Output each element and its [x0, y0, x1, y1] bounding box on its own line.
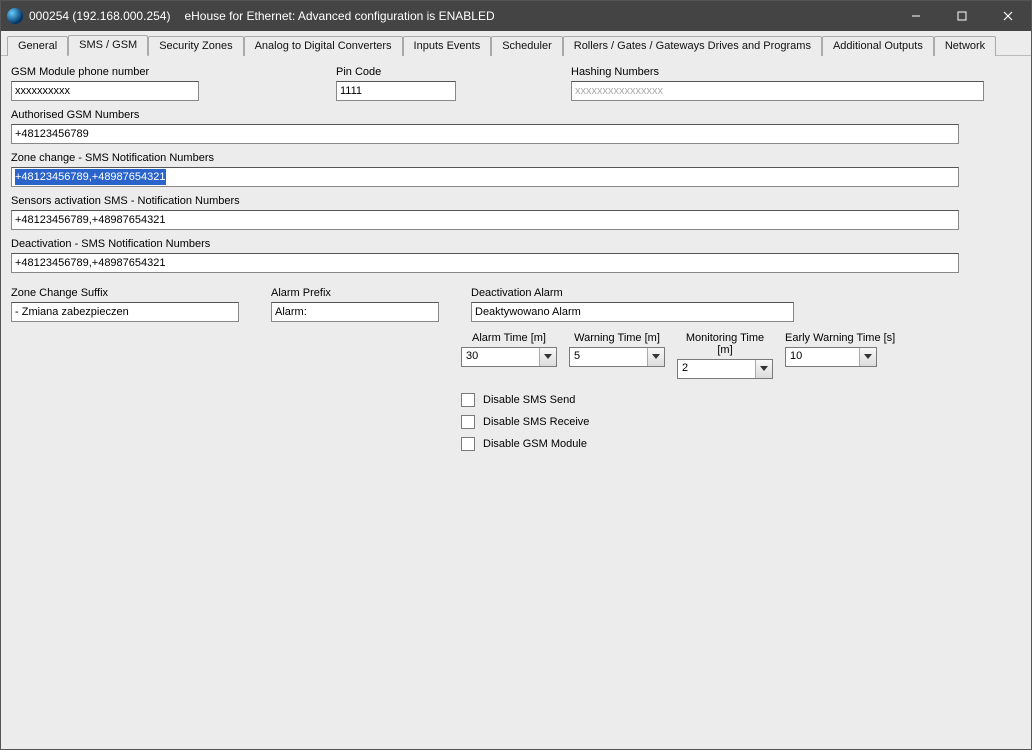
disable-sms-receive-label: Disable SMS Receive — [483, 416, 589, 428]
tab-sms-gsm[interactable]: SMS / GSM — [68, 35, 148, 56]
deactivation-alarm-input[interactable]: Deaktywowano Alarm — [471, 302, 794, 322]
app-window: 000254 (192.168.000.254) eHouse for Ethe… — [0, 0, 1032, 750]
early-warning-time-label: Early Warning Time [s] — [785, 332, 885, 344]
gsm-phone-label: GSM Module phone number — [11, 66, 211, 78]
tab-adc[interactable]: Analog to Digital Converters — [244, 36, 403, 56]
monitoring-time-dropdown[interactable]: 2 — [677, 359, 773, 379]
pin-code-input[interactable]: 1111 — [336, 81, 456, 101]
client-area: GSM Module phone number xxxxxxxxxx Pin C… — [1, 56, 1031, 749]
title-bar: 000254 (192.168.000.254) eHouse for Ethe… — [1, 1, 1031, 31]
disable-sms-send-checkbox[interactable] — [461, 393, 475, 407]
hashing-input[interactable]: xxxxxxxxxxxxxxxx — [571, 81, 984, 101]
warning-time-dropdown[interactable]: 5 — [569, 347, 665, 367]
disable-sms-send-row: Disable SMS Send — [461, 393, 1021, 407]
disable-sms-receive-checkbox[interactable] — [461, 415, 475, 429]
tab-additional-outputs[interactable]: Additional Outputs — [822, 36, 934, 56]
alarm-prefix-label: Alarm Prefix — [271, 287, 451, 299]
alarm-prefix-input[interactable]: Alarm: — [271, 302, 439, 322]
tab-general[interactable]: General — [7, 36, 68, 56]
window-title-b: eHouse for Ethernet: Advanced configurat… — [184, 9, 494, 23]
window-title-a: 000254 (192.168.000.254) — [29, 9, 170, 23]
close-button[interactable] — [985, 1, 1031, 31]
maximize-button[interactable] — [939, 1, 985, 31]
deactivation-input[interactable]: +48123456789,+48987654321 — [11, 253, 959, 273]
disable-gsm-module-checkbox[interactable] — [461, 437, 475, 451]
early-warning-time-dropdown[interactable]: 10 — [785, 347, 877, 367]
zone-change-suffix-input[interactable]: - Zmiana zabezpieczen — [11, 302, 239, 322]
minimize-button[interactable] — [893, 1, 939, 31]
sensors-input[interactable]: +48123456789,+48987654321 — [11, 210, 959, 230]
disable-gsm-module-label: Disable GSM Module — [483, 438, 587, 450]
warning-time-label: Warning Time [m] — [569, 332, 665, 344]
chevron-down-icon[interactable] — [755, 360, 772, 378]
disable-sms-receive-row: Disable SMS Receive — [461, 415, 1021, 429]
gsm-phone-input[interactable]: xxxxxxxxxx — [11, 81, 199, 101]
authorised-input[interactable]: +48123456789 — [11, 124, 959, 144]
deactivation-label: Deactivation - SMS Notification Numbers — [11, 238, 1021, 250]
tab-rollers[interactable]: Rollers / Gates / Gateways Drives and Pr… — [563, 36, 822, 56]
alarm-time-dropdown[interactable]: 30 — [461, 347, 557, 367]
tab-strip: General SMS / GSM Security Zones Analog … — [1, 33, 1031, 56]
sensors-label: Sensors activation SMS - Notification Nu… — [11, 195, 1021, 207]
tab-security-zones[interactable]: Security Zones — [148, 36, 243, 56]
disable-gsm-module-row: Disable GSM Module — [461, 437, 1021, 451]
zone-change-input[interactable]: +48123456789,+48987654321 — [11, 167, 959, 187]
app-icon — [7, 8, 23, 24]
zone-change-suffix-label: Zone Change Suffix — [11, 287, 251, 299]
deactivation-alarm-label: Deactivation Alarm — [471, 287, 811, 299]
disable-sms-send-label: Disable SMS Send — [483, 394, 575, 406]
monitoring-time-label: Monitoring Time [m] — [677, 332, 773, 356]
chevron-down-icon[interactable] — [539, 348, 556, 366]
authorised-label: Authorised GSM Numbers — [11, 109, 1021, 121]
alarm-time-label: Alarm Time [m] — [461, 332, 557, 344]
tab-network[interactable]: Network — [934, 36, 996, 56]
chevron-down-icon[interactable] — [647, 348, 664, 366]
tab-inputs-events[interactable]: Inputs Events — [403, 36, 492, 56]
pin-code-label: Pin Code — [336, 66, 496, 78]
zone-change-label: Zone change - SMS Notification Numbers — [11, 152, 1021, 164]
chevron-down-icon[interactable] — [859, 348, 876, 366]
hashing-label: Hashing Numbers — [571, 66, 1001, 78]
tab-scheduler[interactable]: Scheduler — [491, 36, 563, 56]
